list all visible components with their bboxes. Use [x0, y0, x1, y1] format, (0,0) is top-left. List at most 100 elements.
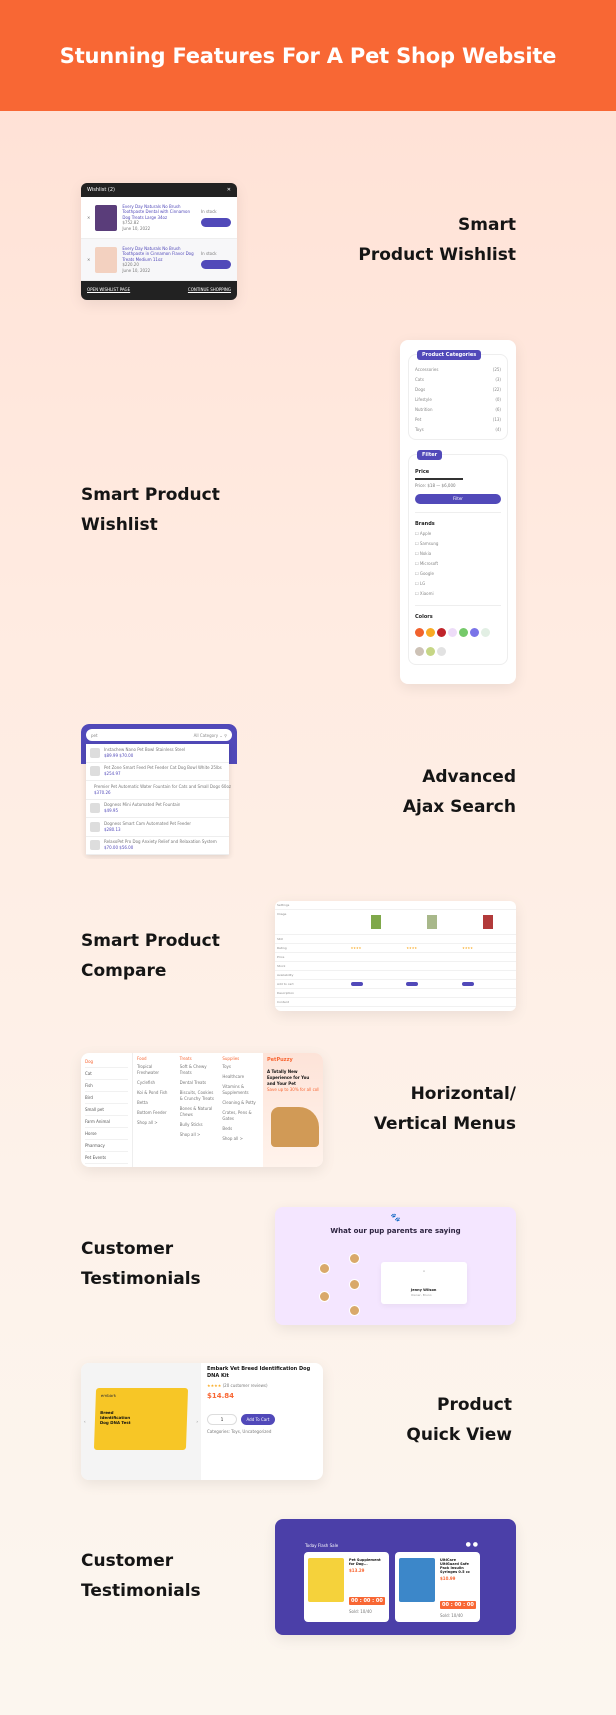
color-swatch[interactable]	[470, 628, 479, 637]
menu-link[interactable]: Dental Treats	[180, 1080, 217, 1086]
menu-link[interactable]: Betta	[137, 1100, 174, 1106]
color-swatch[interactable]	[437, 628, 446, 637]
category-item[interactable]: Toys (4)	[415, 425, 501, 435]
menu-link[interactable]: Bully Sticks	[180, 1122, 217, 1128]
color-swatch[interactable]	[426, 628, 435, 637]
category-item[interactable]: Cats (3)	[415, 375, 501, 385]
search-icon[interactable]: ⚲	[224, 733, 227, 738]
prev-arrow-icon[interactable]: ‹	[84, 1419, 86, 1425]
brand-checkbox[interactable]: ☐ Google	[415, 569, 501, 579]
add-to-cart-button[interactable]	[201, 259, 231, 269]
avatar[interactable]	[319, 1263, 330, 1274]
flash-product-card[interactable]: Pet Supplement for Dog... $13.29 00 : 00…	[304, 1552, 389, 1622]
color-swatch[interactable]	[437, 647, 446, 656]
brand-checkbox[interactable]: ☐ Xiaomi	[415, 589, 501, 599]
menu-side-item[interactable]: Fish	[85, 1080, 128, 1092]
brand-checkbox[interactable]: ☐ Nokia	[415, 549, 501, 559]
product-thumbnail	[90, 803, 100, 814]
brand-checkbox[interactable]: ☐ Apple	[415, 529, 501, 539]
menu-side-item[interactable]: Horse	[85, 1128, 128, 1140]
brand-checkbox[interactable]: ☐ LG	[415, 579, 501, 589]
category-item[interactable]: Dogs (22)	[415, 385, 501, 395]
menu-side-item[interactable]: Pharmacy	[85, 1140, 128, 1152]
color-swatch[interactable]	[459, 628, 468, 637]
menu-link[interactable]: Shop all >	[137, 1120, 174, 1126]
quantity-stepper[interactable]: 1	[207, 1414, 237, 1425]
feature-title-wishlist-2: Smart Product Wishlist	[81, 485, 220, 535]
color-swatch[interactable]	[448, 628, 457, 637]
carousel-nav[interactable]: ● ●	[466, 1541, 478, 1548]
close-icon[interactable]: ✕	[227, 187, 231, 193]
menu-link[interactable]: Bottom Feeder	[137, 1110, 174, 1116]
category-item[interactable]: Accessories (25)	[415, 365, 501, 375]
add-to-cart-button[interactable]	[350, 982, 363, 986]
compare-row-label: Content	[275, 997, 349, 1007]
category-count: (25)	[492, 367, 501, 372]
menu-link[interactable]: Bones & Natural Chews	[180, 1106, 217, 1118]
menu-link[interactable]: Shop all >	[180, 1132, 217, 1138]
flash-product-card[interactable]: UltiCare UltiGuard Safe Pack Insulin Syr…	[395, 1552, 480, 1622]
compare-cell	[348, 901, 405, 910]
avatar[interactable]	[349, 1253, 360, 1264]
product-name[interactable]: Every Day Naturals No Brush Toothpaste i…	[122, 246, 196, 263]
compare-cell: ★★★★	[404, 943, 461, 953]
search-input[interactable]: pet All Category ⌄ ⚲	[86, 729, 232, 741]
compare-cell	[404, 979, 461, 989]
menu-link[interactable]: Beds	[222, 1126, 259, 1132]
menu-side-item[interactable]: Bird	[85, 1092, 128, 1104]
remove-icon[interactable]: ✕	[87, 215, 90, 221]
menu-link[interactable]: Biscuits, Cookies & Crunchy Treats	[180, 1090, 217, 1102]
menu-link[interactable]: Tropical Freshwater	[137, 1064, 174, 1076]
paw-icon: 🐾	[390, 1213, 401, 1222]
remove-icon[interactable]: ✕	[87, 257, 90, 263]
brand-checkbox[interactable]: ☐ Microsoft	[415, 559, 501, 569]
product-image-carousel[interactable]: embark Breed Identification Dog DNA Test…	[81, 1363, 201, 1480]
color-swatch[interactable]	[415, 647, 424, 656]
add-to-cart-button[interactable]: Add To Cart	[241, 1414, 275, 1425]
category-item[interactable]: Nutrition (6)	[415, 405, 501, 415]
product-name[interactable]: Every Day Naturals No Brush Toothpaste D…	[122, 204, 196, 221]
avatar[interactable]	[349, 1305, 360, 1316]
add-to-cart-button[interactable]	[462, 982, 475, 986]
search-result-item[interactable]: Dogness Smart Cam Automated Pet Feeder $2…	[86, 818, 229, 837]
add-to-cart-button[interactable]	[406, 982, 419, 986]
search-result-item[interactable]: Premier Pet Automatic Water Fountain for…	[86, 781, 231, 800]
search-result-item[interactable]: Instachew Nano Pet Bowl Stainless Steel $…	[86, 744, 229, 763]
menu-link[interactable]: Shop all >	[222, 1136, 259, 1142]
brand-checkbox[interactable]: ☐ Samsung	[415, 539, 501, 549]
result-price: $280.13	[104, 826, 121, 832]
menu-link[interactable]: Vitamins & Supplements	[222, 1084, 259, 1096]
open-wishlist-link[interactable]: OPEN WISHLIST PAGE	[87, 287, 130, 292]
menu-side-item[interactable]: Pet Events	[85, 1152, 128, 1164]
category-count: (4)	[495, 427, 501, 432]
menu-link[interactable]: Cleaning & Potty	[222, 1100, 259, 1106]
avatar[interactable]	[349, 1279, 360, 1290]
search-result-item[interactable]: Dogness Mini Automated Pet Fountain $49.9…	[86, 800, 229, 818]
filter-button[interactable]: Filter	[415, 494, 501, 504]
color-swatch[interactable]	[481, 628, 490, 637]
menu-link[interactable]: Toys	[222, 1064, 259, 1070]
price-slider[interactable]	[415, 478, 463, 480]
menu-link[interactable]: Crates, Pens & Gates	[222, 1110, 259, 1122]
category-item[interactable]: Pet (13)	[415, 415, 501, 425]
color-swatch[interactable]	[415, 628, 424, 637]
search-result-item[interactable]: RelaxoPet Pro Dog Anxiety Relief and Rel…	[86, 837, 229, 855]
search-result-item[interactable]: Pet Zone Smart Feed Pet Feeder Cat Dog B…	[86, 763, 229, 781]
menu-side-item[interactable]: Cat	[85, 1068, 128, 1080]
menu-link[interactable]: Soft & Chewy Treats	[180, 1064, 217, 1076]
compare-cell	[348, 952, 405, 962]
menu-link[interactable]: Cyclefish	[137, 1080, 174, 1086]
next-arrow-icon[interactable]: ›	[196, 1419, 198, 1425]
menu-side-item[interactable]: Farm Animal	[85, 1116, 128, 1128]
compare-cell	[460, 979, 516, 989]
add-to-cart-button[interactable]	[201, 217, 231, 227]
color-swatch[interactable]	[426, 647, 435, 656]
category-select[interactable]: All Category	[194, 733, 219, 738]
continue-shopping-link[interactable]: CONTINUE SHOPPING	[188, 287, 231, 292]
avatar[interactable]	[319, 1291, 330, 1302]
menu-link[interactable]: Healthcare	[222, 1074, 259, 1080]
category-item[interactable]: Lifestyle (0)	[415, 395, 501, 405]
menu-side-item[interactable]: Small pet	[85, 1104, 128, 1116]
menu-link[interactable]: Koi & Pond Fish	[137, 1090, 174, 1096]
menu-side-item[interactable]: Dog	[85, 1056, 128, 1068]
